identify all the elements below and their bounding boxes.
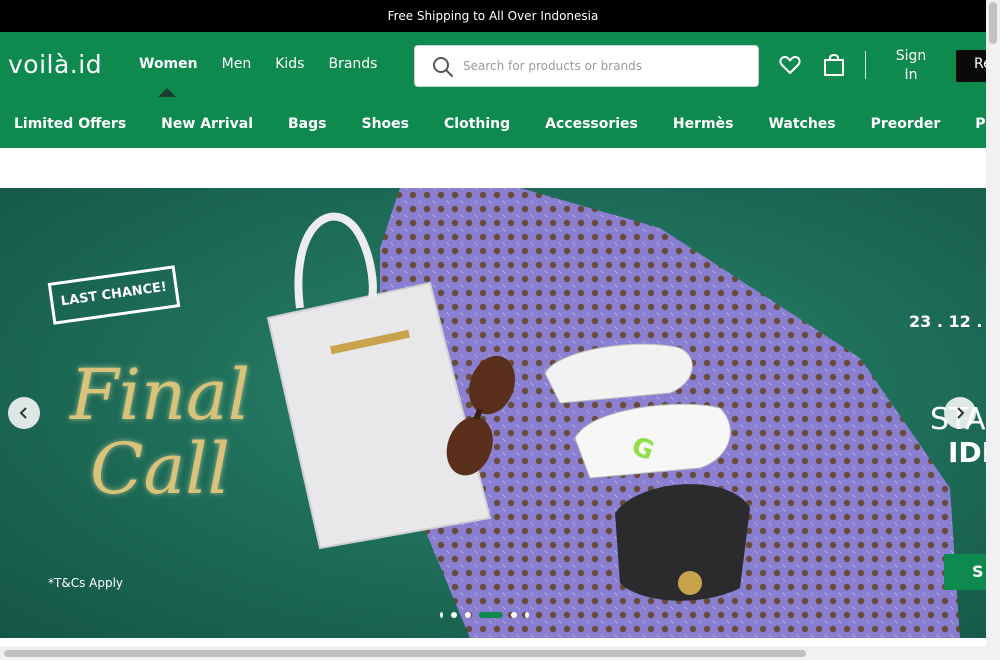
tab-women[interactable]: Women: [139, 56, 198, 72]
search-icon[interactable]: [431, 55, 455, 79]
category-new-arrival[interactable]: New Arrival: [161, 116, 253, 132]
vertical-scrollbar-thumb[interactable]: [989, 2, 997, 44]
carousel-dot[interactable]: [511, 612, 517, 618]
carousel-dots: [440, 612, 529, 618]
tab-kids[interactable]: Kids: [275, 56, 304, 72]
carousel-next-button[interactable]: [944, 397, 976, 429]
tab-brands[interactable]: Brands: [328, 56, 377, 72]
shop-now-button[interactable]: S: [944, 554, 986, 590]
carousel-dot[interactable]: [525, 612, 529, 618]
promo-start-subtext: IDE: [948, 436, 986, 469]
carousel-dot[interactable]: [465, 612, 471, 618]
horizontal-scrollbar-thumb[interactable]: [4, 650, 806, 657]
carousel-prev-button[interactable]: [8, 397, 40, 429]
chevron-right-icon: [957, 407, 965, 419]
vertical-scrollbar[interactable]: [986, 0, 1000, 660]
gender-nav: Women Men Kids Brands: [139, 56, 401, 72]
carousel-dot[interactable]: [440, 612, 443, 618]
site-logo[interactable]: voilà.id: [8, 50, 102, 79]
horizontal-scrollbar[interactable]: [0, 646, 986, 660]
carousel-dot-active[interactable]: [479, 612, 503, 618]
hero-banner[interactable]: G LAST CHANCE! Final Call *T&Cs Apply 23…: [0, 188, 986, 638]
banner-headline: Final Call: [70, 358, 250, 506]
tab-men[interactable]: Men: [222, 56, 252, 72]
active-tab-indicator: [158, 88, 176, 97]
category-shoes[interactable]: Shoes: [362, 116, 410, 132]
chevron-left-icon: [19, 407, 27, 419]
site-header: voilà.id Women Men Kids Brands Sign In R…: [0, 32, 1000, 100]
category-accessories[interactable]: Accessories: [545, 116, 638, 132]
category-preorder[interactable]: Preorder: [871, 116, 941, 132]
signin-button[interactable]: Sign In: [889, 47, 933, 85]
spacer: [0, 148, 986, 188]
announcement-bar: Free Shipping to All Over Indonesia: [0, 0, 986, 32]
headline-line-1: Final: [70, 354, 251, 436]
wishlist-heart-icon[interactable]: [779, 55, 801, 75]
terms-text: *T&Cs Apply: [48, 576, 124, 590]
category-bags[interactable]: Bags: [288, 116, 326, 132]
search-input[interactable]: [463, 56, 743, 76]
announcement-text: Free Shipping to All Over Indonesia: [387, 9, 599, 23]
category-nav: Limited Offers New Arrival Bags Shoes Cl…: [0, 100, 1000, 148]
carousel-dot[interactable]: [451, 612, 457, 618]
category-watches[interactable]: Watches: [768, 116, 835, 132]
header-divider: [865, 51, 866, 79]
category-hermes[interactable]: Hermès: [673, 116, 734, 132]
category-limited-offers[interactable]: Limited Offers: [14, 116, 126, 132]
category-clothing[interactable]: Clothing: [444, 116, 510, 132]
promo-date: 23 . 12 . '2: [909, 312, 986, 331]
search-box[interactable]: [414, 45, 759, 87]
shopping-bag-icon[interactable]: [823, 54, 845, 76]
headline-line-2: Call: [90, 428, 231, 510]
